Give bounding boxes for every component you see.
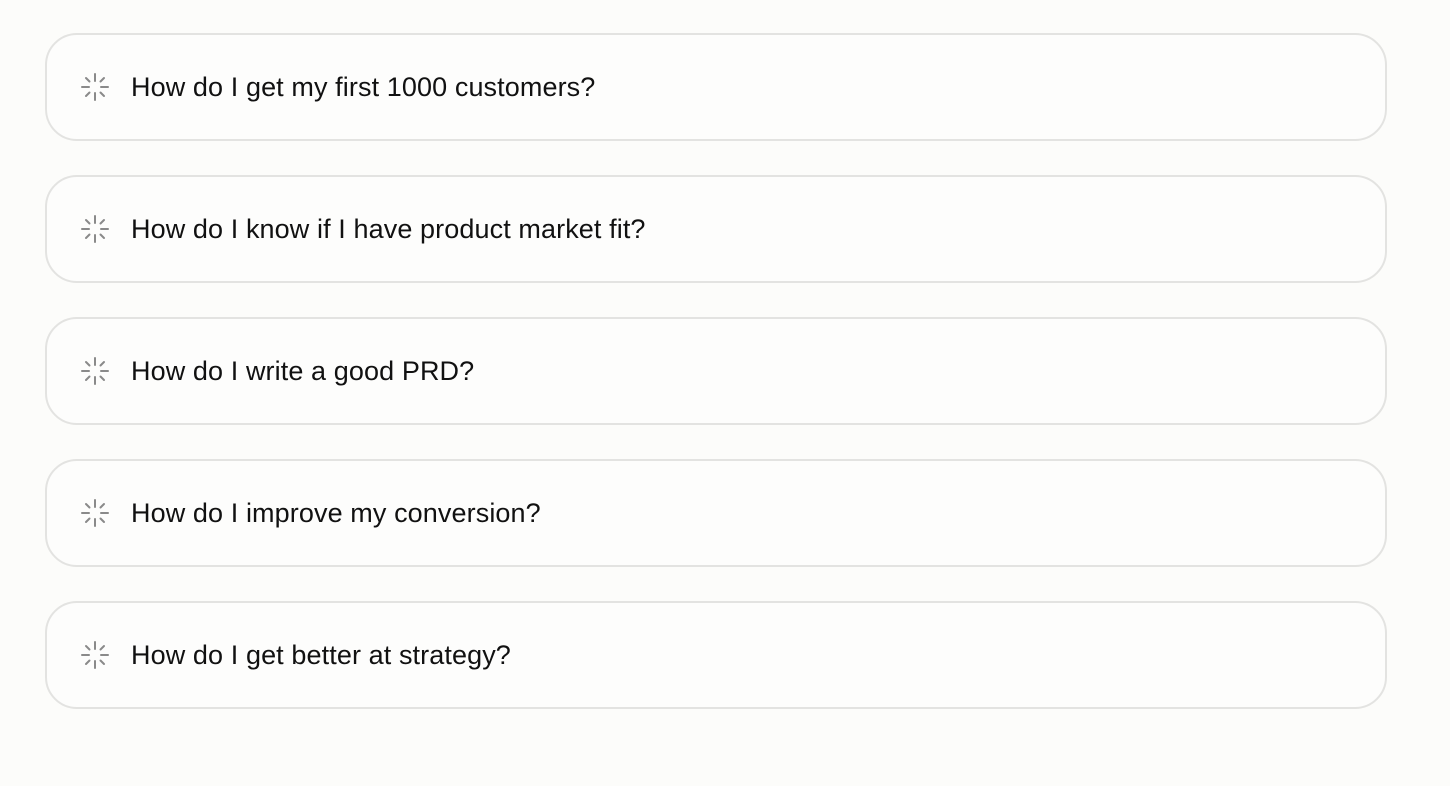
suggestion-item[interactable]: How do I improve my conversion? — [45, 459, 1387, 567]
suggestion-label: How do I improve my conversion? — [131, 497, 541, 528]
suggestion-label: How do I write a good PRD? — [131, 355, 475, 386]
suggestion-item[interactable]: How do I get my first 1000 customers? — [45, 33, 1387, 141]
suggestion-item[interactable]: How do I get better at strategy? — [45, 601, 1387, 709]
suggestion-label: How do I get better at strategy? — [131, 639, 511, 670]
loading-spinner-icon — [79, 355, 111, 387]
suggestion-label: How do I get my first 1000 customers? — [131, 71, 596, 102]
loading-spinner-icon — [79, 71, 111, 103]
loading-spinner-icon — [79, 213, 111, 245]
suggestion-item[interactable]: How do I know if I have product market f… — [45, 175, 1387, 283]
suggestion-item[interactable]: How do I write a good PRD? — [45, 317, 1387, 425]
suggestion-label: How do I know if I have product market f… — [131, 213, 646, 244]
loading-spinner-icon — [79, 639, 111, 671]
loading-spinner-icon — [79, 497, 111, 529]
suggestion-list: How do I get my first 1000 customers? Ho… — [45, 33, 1387, 709]
